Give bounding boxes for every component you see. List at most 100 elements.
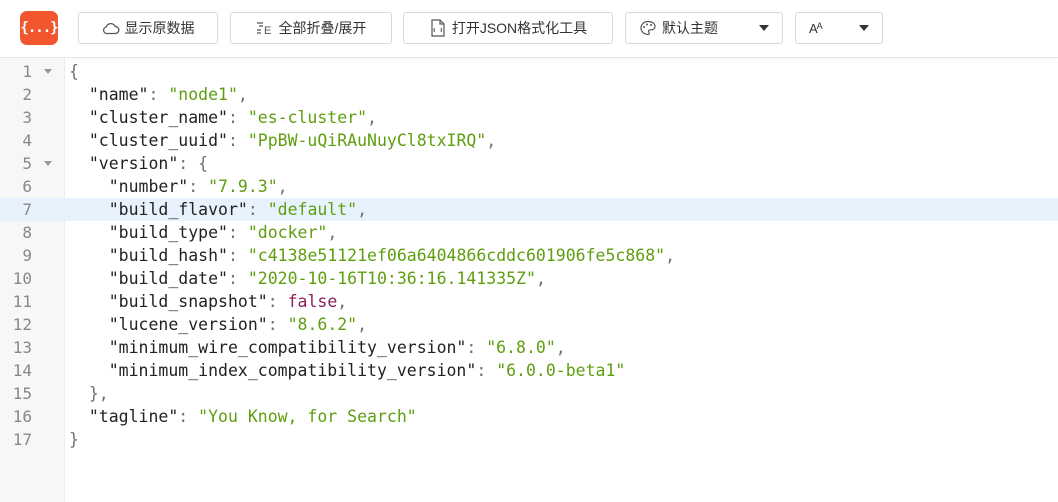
cloud-icon (102, 19, 120, 37)
line-number: 17 (12, 430, 32, 449)
open-json-formatter-button[interactable]: 打开JSON格式化工具 (403, 12, 613, 44)
code-line[interactable]: 14 "minimum_index_compatibility_version"… (0, 359, 1058, 382)
json-punctuation: , (665, 246, 676, 265)
json-string-value: "c4138e51121ef06a6404866cddc601906fe5c86… (247, 246, 666, 265)
json-punctuation: : (188, 177, 209, 196)
json-punctuation: { (69, 62, 79, 81)
json-string-value: "docker" (247, 223, 328, 242)
code-line[interactable]: 7 "build_flavor": "default", (0, 198, 1058, 221)
json-punctuation: : (476, 361, 497, 380)
json-punctuation: : (267, 292, 288, 311)
code-line[interactable]: 13 "minimum_wire_compatibility_version":… (0, 336, 1058, 359)
json-string-value: "You Know, for Search" (198, 407, 417, 426)
json-punctuation: : (148, 85, 169, 104)
json-key: "build_flavor" (108, 200, 248, 219)
show-raw-data-button[interactable]: 显示原数据 (78, 12, 218, 44)
fold-toggle-icon[interactable] (44, 69, 52, 74)
theme-select[interactable]: 默认主题 (625, 12, 783, 44)
code-line[interactable]: 16 "tagline": "You Know, for Search" (0, 405, 1058, 428)
code-text: "lucene_version": "8.6.2", (69, 313, 367, 336)
json-punctuation: : (227, 246, 248, 265)
toolbar: {...} 显示原数据 E 全部折叠/展开 打开JSON格式化工具 默认主题 A… (0, 0, 1058, 58)
palette-icon (639, 19, 657, 37)
code-text: "build_flavor": "default", (69, 198, 367, 221)
line-number: 11 (12, 292, 32, 311)
line-number: 6 (22, 177, 32, 196)
code-line[interactable]: 12 "lucene_version": "8.6.2", (0, 313, 1058, 336)
json-punctuation: , (337, 292, 348, 311)
line-number: 12 (12, 315, 32, 334)
json-viewer[interactable]: 1{2 "name": "node1", 3 "cluster_name": "e… (0, 58, 1058, 502)
json-key: "build_date" (108, 269, 228, 288)
font-size-select[interactable]: AA (795, 12, 883, 44)
code-line[interactable]: 11 "build_snapshot": false, (0, 290, 1058, 313)
json-string-value: "6.0.0-beta1" (496, 361, 626, 380)
code-line[interactable]: 1{ (0, 60, 1058, 83)
code-text: "cluster_name": "es-cluster", (69, 106, 377, 129)
chevron-down-icon (759, 25, 769, 31)
code-text: "minimum_index_compatibility_version": "… (69, 359, 626, 382)
json-punctuation: : (267, 315, 288, 334)
code-text: "number": "7.9.3", (69, 175, 288, 198)
code-line[interactable]: 10 "build_date": "2020-10-16T10:36:16.14… (0, 267, 1058, 290)
code-text: "version": { (69, 152, 208, 175)
line-number: 13 (12, 338, 32, 357)
json-file-icon (429, 19, 447, 37)
fold-toggle-icon[interactable] (44, 161, 52, 166)
open-json-formatter-label: 打开JSON格式化工具 (451, 20, 588, 36)
code-line[interactable]: 17} (0, 428, 1058, 451)
code-line[interactable]: 6 "number": "7.9.3", (0, 175, 1058, 198)
fold-expand-all-button[interactable]: E 全部折叠/展开 (230, 12, 392, 44)
code-text: "build_snapshot": false, (69, 290, 347, 313)
chevron-down-icon (859, 25, 869, 31)
json-string-value: "2020-10-16T10:36:16.141335Z" (247, 269, 536, 288)
json-string-value: "node1" (168, 85, 238, 104)
line-number: 10 (12, 269, 32, 288)
code-line[interactable]: 15 }, (0, 382, 1058, 405)
code-line[interactable]: 9 "build_hash": "c4138e51121ef06a6404866… (0, 244, 1058, 267)
svg-text:E: E (264, 25, 271, 36)
code-text: "build_type": "docker", (69, 221, 338, 244)
json-string-value: "default" (267, 200, 358, 219)
line-number: 15 (12, 384, 32, 403)
code-text: "cluster_uuid": "PpBW-uQiRAuNuyCl8txIRQ"… (69, 129, 496, 152)
code-line[interactable]: 4 "cluster_uuid": "PpBW-uQiRAuNuyCl8txIR… (0, 129, 1058, 152)
code-line[interactable]: 2 "name": "node1", (0, 83, 1058, 106)
code-text: "tagline": "You Know, for Search" (69, 405, 417, 428)
line-number: 3 (22, 108, 32, 127)
json-key: "build_snapshot" (108, 292, 268, 311)
code-text: { (69, 60, 79, 83)
code-line[interactable]: 5 "version": { (0, 152, 1058, 175)
json-punctuation: } (69, 430, 79, 449)
line-number: 14 (12, 361, 32, 380)
code-text: } (69, 428, 79, 451)
json-key: "build_hash" (108, 246, 228, 265)
theme-select-value: 默认主题 (662, 20, 718, 36)
json-punctuation: , (357, 315, 368, 334)
json-key: "number" (108, 177, 189, 196)
json-punctuation: , (357, 200, 368, 219)
code-line[interactable]: 3 "cluster_name": "es-cluster", (0, 106, 1058, 129)
json-punctuation: , (486, 131, 497, 150)
json-punctuation: : (178, 407, 199, 426)
code-line[interactable]: 8 "build_type": "docker", (0, 221, 1058, 244)
json-punctuation: : { (178, 154, 209, 173)
json-key: "version" (88, 154, 179, 173)
json-punctuation: : (227, 108, 248, 127)
json-key: "cluster_uuid" (88, 131, 228, 150)
line-number: 5 (22, 154, 32, 173)
fold-list-icon: E (256, 19, 274, 37)
line-number: 2 (22, 85, 32, 104)
json-string-value: "7.9.3" (208, 177, 278, 196)
line-number: 7 (22, 200, 32, 219)
json-punctuation: : (466, 338, 487, 357)
json-string-value: "8.6.2" (287, 315, 358, 334)
json-string-value: "es-cluster" (247, 108, 368, 127)
json-punctuation: : (227, 269, 248, 288)
json-punctuation: : (227, 131, 248, 150)
code-text: "minimum_wire_compatibility_version": "6… (69, 336, 566, 359)
line-number: 9 (22, 246, 32, 265)
json-key: "minimum_wire_compatibility_version" (108, 338, 467, 357)
json-punctuation: , (237, 85, 248, 104)
json-punctuation: , (535, 269, 546, 288)
